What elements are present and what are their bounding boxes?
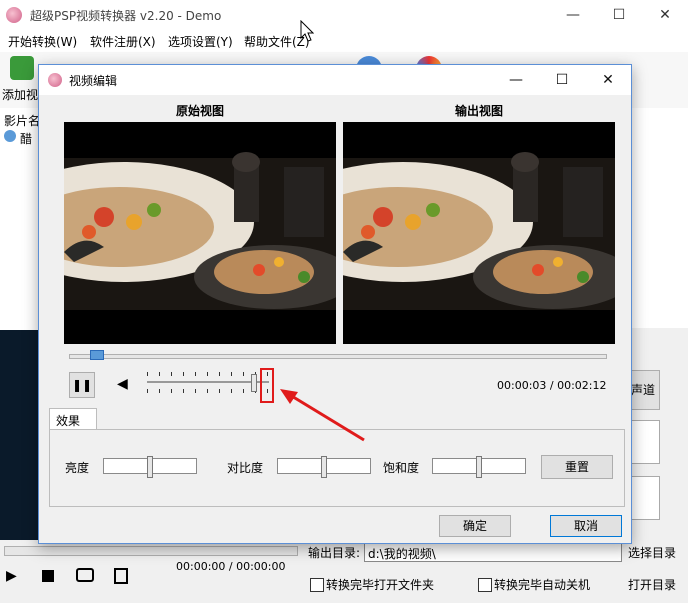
- cursor-icon: [300, 20, 314, 42]
- annotation-arrow: [280, 389, 365, 442]
